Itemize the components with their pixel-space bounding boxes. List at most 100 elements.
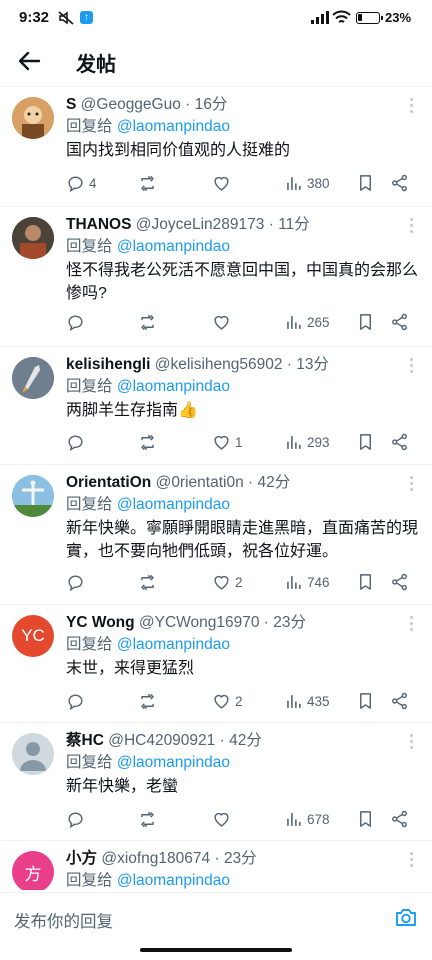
display-name[interactable]: 小方 [66, 850, 97, 867]
reply-button[interactable] [66, 808, 89, 830]
retweet-button[interactable] [138, 431, 161, 453]
bookmark-icon[interactable] [356, 311, 375, 333]
avatar[interactable]: 方 [12, 851, 54, 890]
bookmark-icon[interactable] [356, 690, 375, 712]
reply-button[interactable] [66, 571, 89, 593]
like-button[interactable]: 2 [212, 690, 243, 712]
reply-to-line: 回复给 @laomanpindao [66, 753, 230, 773]
user-handle[interactable]: @GeoggeGuo [81, 96, 181, 113]
mention-link[interactable]: @laomanpindao [117, 118, 230, 135]
more-options-icon[interactable] [408, 358, 414, 376]
avatar[interactable]: YC [12, 615, 54, 657]
like-button[interactable] [212, 808, 235, 830]
user-handle[interactable]: @kelisiheng56902 [155, 356, 283, 373]
like-button[interactable] [212, 172, 235, 194]
reply-text: 怪不得我老公死活不愿意回中国，中国真的会那么惨吗? [66, 262, 419, 302]
more-options-icon[interactable] [408, 98, 414, 116]
display-name[interactable]: OrientatiOn [66, 474, 151, 491]
share-icon[interactable] [390, 311, 409, 333]
user-handle[interactable]: @JoyceLin289173 [136, 216, 265, 233]
mention-link[interactable]: @laomanpindao [117, 872, 230, 889]
retweet-button[interactable] [138, 571, 161, 593]
avatar[interactable] [12, 733, 54, 775]
camera-icon[interactable] [394, 905, 418, 929]
bookmark-icon[interactable] [356, 431, 375, 453]
like-button[interactable]: 2 [212, 571, 243, 593]
like-count: 2 [235, 574, 243, 590]
bookmark-icon[interactable] [356, 172, 375, 194]
timestamp: 42分 [257, 474, 291, 491]
avatar[interactable] [12, 97, 54, 139]
user-handle[interactable]: @HC42090921 [108, 732, 215, 749]
avatar[interactable] [12, 357, 54, 399]
reply-item[interactable]: kelisihengli @kelisiheng56902 · 13分 回复给 … [0, 347, 432, 465]
reply-item[interactable]: OrientatiOn @0rientati0n · 42分 回复给 @laom… [0, 465, 432, 605]
views-button[interactable]: 265 [284, 311, 330, 333]
view-count: 746 [307, 574, 330, 590]
views-button[interactable]: 678 [284, 808, 330, 830]
reply-item[interactable]: 方 小方 @xiofng180674 · 23分 回复给 @laomanpind… [0, 841, 432, 890]
reply-to-line: 回复给 @laomanpindao [66, 495, 230, 515]
back-arrow-icon[interactable] [14, 46, 44, 76]
display-name[interactable]: THANOS [66, 216, 131, 233]
share-icon[interactable] [390, 808, 409, 830]
reply-text: 新年快樂。寧願睜開眼睛走進黑暗，直面痛苦的現實，也不要向牠們低頭，祝各位好運。 [66, 520, 419, 560]
share-icon[interactable] [390, 690, 409, 712]
display-name[interactable]: S [66, 96, 76, 113]
reply-button[interactable]: 4 [66, 172, 97, 194]
reply-header: YC Wong @YCWong16970 · 23分 [66, 614, 307, 631]
user-handle[interactable]: @0rientati0n [156, 474, 244, 491]
share-icon[interactable] [390, 172, 409, 194]
views-chart-icon [287, 315, 301, 329]
like-button[interactable] [212, 311, 235, 333]
reply-item[interactable]: S @GeoggeGuo · 16分 回复给 @laomanpindao 国内找… [0, 87, 432, 207]
user-handle[interactable]: @xiofng180674 [101, 850, 210, 867]
reply-text: 两脚羊生存指南👍 [66, 402, 198, 419]
reply-button[interactable] [66, 311, 89, 333]
views-button[interactable]: 435 [284, 690, 330, 712]
display-name[interactable]: kelisihengli [66, 356, 150, 373]
mention-link[interactable]: @laomanpindao [117, 238, 230, 255]
more-options-icon[interactable] [408, 476, 414, 494]
more-options-icon[interactable] [408, 852, 414, 870]
timestamp: 23分 [273, 614, 307, 631]
mention-link[interactable]: @laomanpindao [117, 378, 230, 395]
bookmark-icon[interactable] [356, 808, 375, 830]
views-button[interactable]: 380 [284, 172, 330, 194]
views-button[interactable]: 293 [284, 431, 330, 453]
timestamp: 13分 [296, 356, 330, 373]
reply-item[interactable]: YC YC Wong @YCWong16970 · 23分 回复给 @laoma… [0, 605, 432, 723]
share-icon[interactable] [390, 571, 409, 593]
mention-link[interactable]: @laomanpindao [117, 754, 230, 771]
share-icon[interactable] [390, 431, 409, 453]
reply-item[interactable]: 蔡HC @HC42090921 · 42分 回复给 @laomanpindao … [0, 723, 432, 841]
bookmark-icon[interactable] [356, 571, 375, 593]
retweet-button[interactable] [138, 172, 161, 194]
like-button[interactable]: 1 [212, 431, 243, 453]
view-count: 293 [307, 434, 330, 450]
reply-feed[interactable]: S @GeoggeGuo · 16分 回复给 @laomanpindao 国内找… [0, 86, 432, 890]
reply-button[interactable] [66, 690, 89, 712]
retweet-button[interactable] [138, 311, 161, 333]
reply-input[interactable]: 发布你的回复 [14, 908, 113, 932]
reply-button[interactable] [66, 431, 89, 453]
more-options-icon[interactable] [408, 616, 414, 634]
user-handle[interactable]: @YCWong16970 [139, 614, 260, 631]
home-indicator[interactable] [140, 948, 292, 952]
heart-icon [214, 176, 229, 191]
retweet-icon [141, 175, 154, 191]
reply-item[interactable]: THANOS @JoyceLin289173 · 11分 回复给 @laoman… [0, 207, 432, 347]
avatar[interactable] [12, 217, 54, 259]
retweet-button[interactable] [138, 690, 161, 712]
more-options-icon[interactable] [408, 218, 414, 236]
mention-link[interactable]: @laomanpindao [117, 636, 230, 653]
display-name[interactable]: 蔡HC [66, 732, 104, 749]
reply-composer[interactable]: 发布你的回复 [0, 892, 432, 942]
views-button[interactable]: 746 [284, 571, 330, 593]
retweet-button[interactable] [138, 808, 161, 830]
more-options-icon[interactable] [408, 734, 414, 752]
avatar[interactable] [12, 475, 54, 517]
display-name[interactable]: YC Wong [66, 614, 135, 631]
mention-link[interactable]: @laomanpindao [117, 496, 230, 513]
wifi-icon [332, 10, 351, 23]
